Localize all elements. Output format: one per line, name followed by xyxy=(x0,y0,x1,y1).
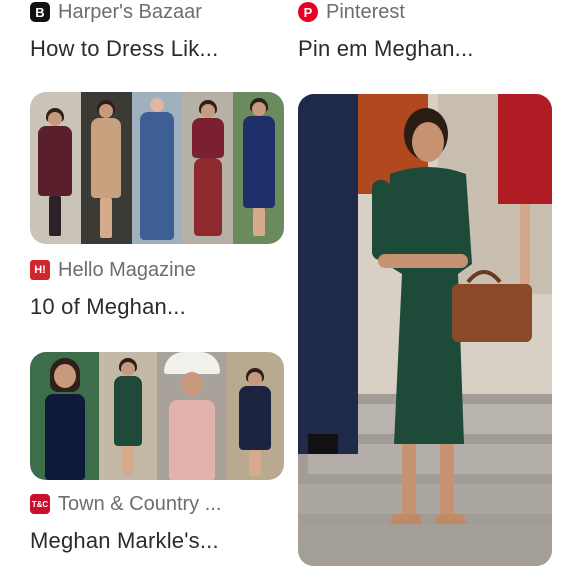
result-thumbnail-large[interactable] xyxy=(298,94,552,566)
outfit-collage xyxy=(30,92,284,244)
source-name: Pinterest xyxy=(326,0,405,23)
source-row: P Pinterest xyxy=(298,0,552,24)
photo-illustration xyxy=(298,94,552,566)
result-title[interactable]: 10 of Meghan... xyxy=(30,294,284,322)
collage-photo xyxy=(157,352,227,480)
pinterest-icon: P xyxy=(298,2,318,22)
source-row: T&C Town & Country ... xyxy=(30,492,284,516)
result-title[interactable]: Meghan Markle's... xyxy=(30,528,284,556)
result-card-hello-magazine[interactable]: H! Hello Magazine 10 of Meghan... xyxy=(30,258,284,322)
collage-photo xyxy=(226,352,284,480)
result-thumbnail-collage[interactable] xyxy=(30,352,284,480)
bazaar-b-icon: B xyxy=(30,2,50,22)
collage-photo xyxy=(80,92,132,244)
result-title[interactable]: Pin em Meghan... xyxy=(298,36,552,64)
result-title[interactable]: How to Dress Lik... xyxy=(30,36,284,64)
result-thumbnail-collage[interactable] xyxy=(30,92,284,244)
collage-photo xyxy=(131,92,183,244)
town-and-country-icon: T&C xyxy=(30,494,50,514)
collage-photo xyxy=(182,92,234,244)
source-row: B Harper's Bazaar xyxy=(30,0,284,24)
result-card-harpers-bazaar[interactable]: B Harper's Bazaar How to Dress Lik... xyxy=(30,0,284,62)
collage-photo xyxy=(30,352,100,480)
collage-photo xyxy=(233,92,284,244)
collage-photo xyxy=(30,92,81,244)
source-row: H! Hello Magazine xyxy=(30,258,284,282)
source-name: Town & Country ... xyxy=(58,492,222,515)
source-name: Hello Magazine xyxy=(58,258,196,281)
result-card-town-and-country[interactable]: T&C Town & Country ... Meghan Markle's..… xyxy=(30,492,284,556)
result-card-pinterest[interactable]: P Pinterest Pin em Meghan... xyxy=(298,0,552,62)
hello-magazine-icon: H! xyxy=(30,260,50,280)
source-name: Harper's Bazaar xyxy=(58,0,202,23)
outfit-collage xyxy=(30,352,284,480)
collage-photo xyxy=(99,352,157,480)
